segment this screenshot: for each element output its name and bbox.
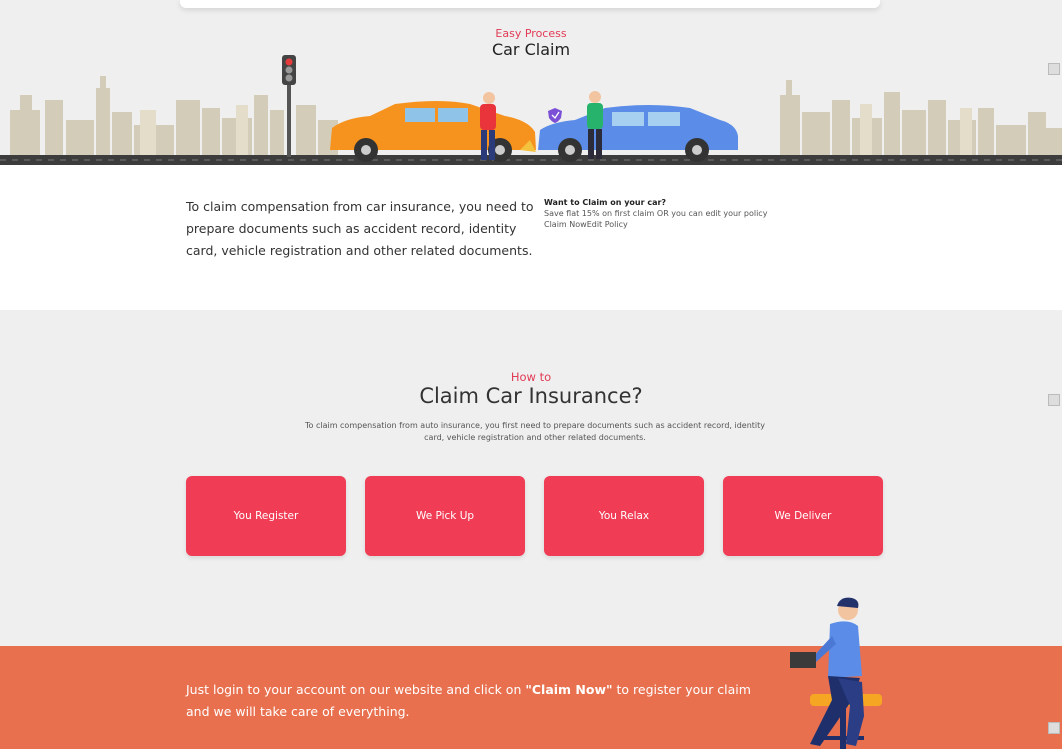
- step-label: We Pick Up: [415, 510, 475, 522]
- step-card-pickup[interactable]: We Pick Up: [365, 476, 525, 556]
- how-eyebrow: How to: [510, 370, 552, 384]
- login-banner: Just login to your account on our websit…: [0, 646, 1062, 749]
- step-card-deliver[interactable]: We Deliver: [723, 476, 883, 556]
- claim-heading: Want to Claim on your car?: [544, 198, 667, 207]
- step-card-register[interactable]: You Register: [186, 476, 346, 556]
- step-label: We Deliver: [774, 510, 832, 522]
- scroll-indicator-icon[interactable]: [1048, 394, 1060, 406]
- hero-title: Car Claim: [491, 40, 571, 59]
- how-to-section: How to Claim Car Insurance? To claim com…: [0, 310, 1062, 646]
- step-card-relax[interactable]: You Relax: [544, 476, 704, 556]
- banner-text: Just login to your account on our websit…: [186, 679, 766, 723]
- banner-text-before: Just login to your account on our websit…: [186, 682, 526, 697]
- scroll-indicator-icon[interactable]: [1048, 63, 1060, 75]
- banner-highlight: "Claim Now": [525, 682, 613, 697]
- scroll-indicator-icon[interactable]: [1048, 722, 1060, 734]
- intro-text: To claim compensation from car insurance…: [186, 199, 534, 258]
- claim-box: Want to Claim on your car? Save flat 15%…: [544, 197, 864, 230]
- hero-section: Easy Process Car Claim: [0, 0, 1062, 165]
- hero-eyebrow: Easy Process: [495, 27, 567, 40]
- step-label: You Register: [233, 510, 299, 522]
- step-label: You Relax: [598, 510, 650, 522]
- car-crash-illustration: [0, 55, 1062, 165]
- person-laptop-illustration: [790, 597, 882, 749]
- claim-now-link[interactable]: Claim Now: [544, 220, 587, 229]
- edit-policy-link[interactable]: Edit Policy: [587, 220, 628, 229]
- claim-links: Claim NowEdit Policy: [544, 219, 864, 230]
- how-title: Claim Car Insurance?: [419, 384, 643, 408]
- how-description: To claim compensation from auto insuranc…: [304, 421, 766, 442]
- claim-subtext: Save flat 15% on first claim OR you can …: [544, 209, 768, 218]
